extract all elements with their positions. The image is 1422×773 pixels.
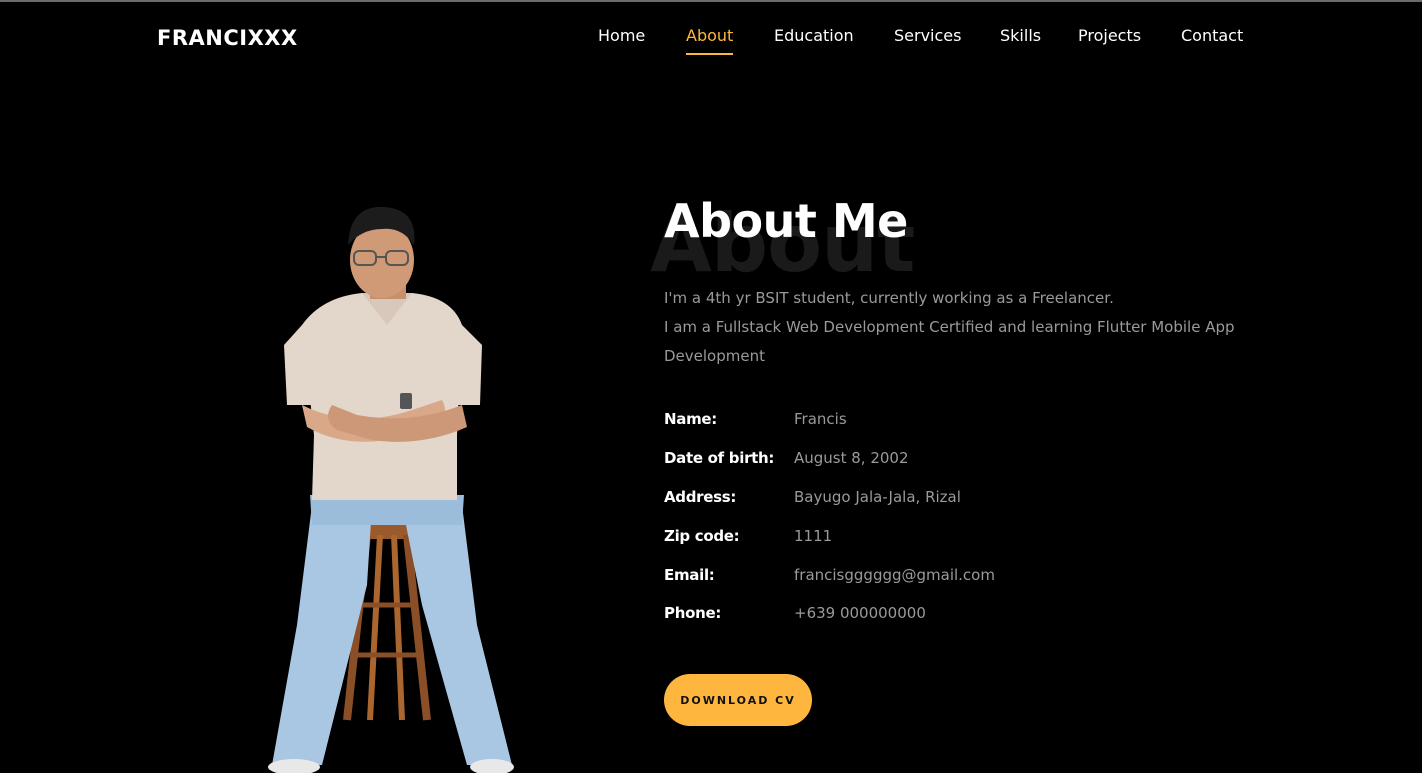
- info-value: francisgggggg@gmail.com: [794, 566, 995, 584]
- info-row-birthdate: Date of birth: August 8, 2002: [664, 449, 1164, 473]
- nav-services[interactable]: Services: [894, 26, 961, 45]
- info-value: Francis: [794, 410, 847, 428]
- info-label: Phone:: [664, 604, 722, 622]
- info-row-phone: Phone: +639 000000000: [664, 604, 1164, 628]
- main-nav: Home About Education Services Skills Pro…: [0, 26, 1422, 56]
- page-title: About Me: [664, 194, 908, 248]
- nav-projects[interactable]: Projects: [1078, 26, 1141, 45]
- info-row-email: Email: francisgggggg@gmail.com: [664, 566, 1164, 590]
- nav-education[interactable]: Education: [774, 26, 854, 45]
- nav-home[interactable]: Home: [598, 26, 645, 45]
- info-label: Date of birth:: [664, 449, 775, 467]
- info-value: 1111: [794, 527, 833, 545]
- info-value: +639 000000000: [794, 604, 926, 622]
- info-value: Bayugo Jala-Jala, Rizal: [794, 488, 961, 506]
- info-row-zip: Zip code: 1111: [664, 527, 1164, 551]
- info-label: Email:: [664, 566, 715, 584]
- info-label: Address:: [664, 488, 737, 506]
- info-label: Name:: [664, 410, 717, 428]
- info-row-address: Address: Bayugo Jala-Jala, Rizal: [664, 488, 1164, 512]
- description-line-1: I'm a 4th yr BSIT student, currently wor…: [664, 289, 1114, 307]
- download-cv-button[interactable]: DOWNLOAD CV: [664, 674, 812, 726]
- top-border: [0, 0, 1422, 2]
- nav-contact[interactable]: Contact: [1181, 26, 1243, 45]
- info-label: Zip code:: [664, 527, 740, 545]
- info-row-name: Name: Francis: [664, 410, 1164, 434]
- profile-photo: [268, 206, 514, 773]
- description-line-2: I am a Fullstack Web Development Certifi…: [664, 318, 1235, 365]
- nav-about[interactable]: About: [686, 26, 734, 55]
- info-value: August 8, 2002: [794, 449, 909, 467]
- nav-skills[interactable]: Skills: [1000, 26, 1041, 45]
- about-description: I'm a 4th yr BSIT student, currently wor…: [664, 284, 1254, 371]
